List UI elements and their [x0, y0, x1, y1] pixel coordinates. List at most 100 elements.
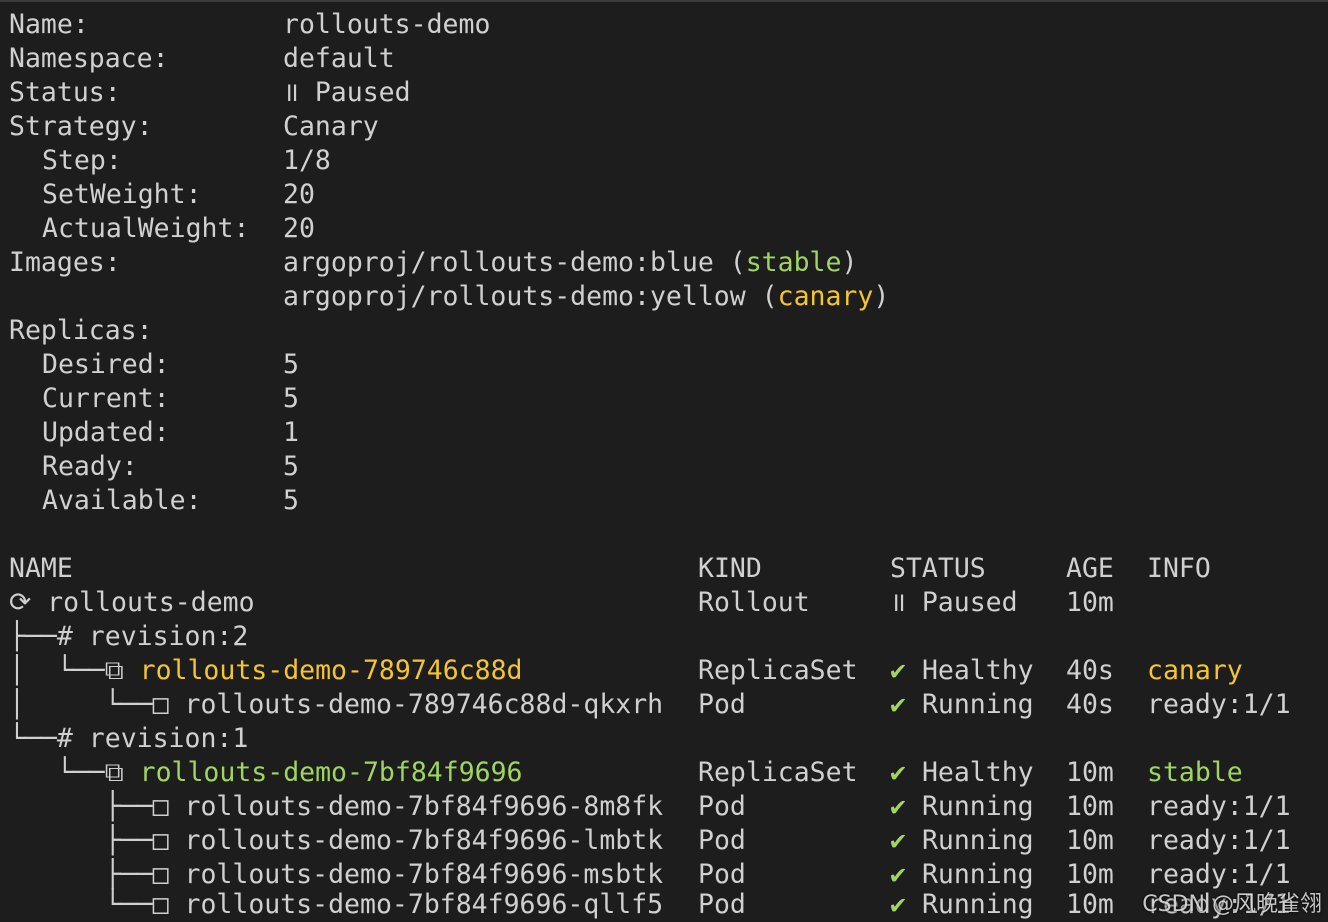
- status-value-group: ॥ Paused: [283, 76, 411, 110]
- row-name: rollouts-demo-7bf84f9696-8m8fk: [184, 791, 664, 822]
- summary-updated-line: Updated: 1: [0, 416, 299, 450]
- rollout-icon: ⟳: [9, 587, 48, 618]
- row-kind: ReplicaSet: [698, 757, 858, 788]
- terminal-window[interactable]: Name: rollouts-demo Namespace: default S…: [0, 0, 1328, 922]
- replicaset-icon: └──⧉: [9, 757, 140, 788]
- row-kind: Pod: [698, 825, 746, 856]
- image-ref: argoproj/rollouts-demo:blue: [283, 247, 714, 278]
- row-info: ready:1/1: [1147, 791, 1291, 822]
- summary-actualweight-line: ActualWeight: 20: [0, 212, 315, 246]
- row-name: rollouts-demo-7bf84f9696-qllf5: [184, 889, 664, 920]
- summary-namespace-line: Namespace: default: [0, 42, 395, 76]
- updated-label: Updated:: [42, 417, 170, 448]
- check-icon: ✔: [890, 791, 906, 822]
- watermark: CSDN @风晚雀翎: [1142, 892, 1322, 917]
- check-icon: ✔: [890, 757, 906, 788]
- namespace-label: Namespace:: [9, 43, 169, 74]
- row-status: ✔ Healthy: [890, 757, 1034, 788]
- row-status: ✔ Running: [890, 689, 1034, 720]
- summary-images-line: Images: argoproj/rollouts-demo:blue (sta…: [0, 246, 857, 280]
- setweight-label: SetWeight:: [42, 179, 202, 210]
- row-status: ✔ Running: [890, 889, 1034, 920]
- check-icon: ✔: [890, 689, 906, 720]
- row-age: 40s: [1066, 689, 1114, 720]
- pause-icon: ॥: [890, 587, 906, 618]
- tree-name-cell: │ └──□ rollouts-demo-789746c88d-qkxrh: [9, 688, 663, 722]
- row-info: stable: [1147, 757, 1243, 788]
- tree-row: │ └──⧉ rollouts-demo-789746c88d ReplicaS…: [0, 654, 1243, 688]
- tree-row: └──□ rollouts-demo-7bf84f9696-qllf5 Pod …: [0, 888, 1291, 922]
- replicaset-icon: │ └──⧉: [9, 655, 140, 686]
- image-tag-canary: canary: [777, 281, 874, 312]
- tree-row: ├──□ rollouts-demo-7bf84f9696-msbtk Pod …: [0, 858, 1291, 892]
- tree-name-cell: └──# revision:1: [9, 722, 248, 756]
- row-name: revision:2: [88, 621, 249, 652]
- row-info: ready:1/1: [1147, 825, 1291, 856]
- tree-row: └──⧉ rollouts-demo-7bf84f9696 ReplicaSet…: [0, 756, 1243, 790]
- header-age: AGE: [1066, 553, 1114, 584]
- tree-name-cell: ⟳ rollouts-demo: [9, 586, 255, 620]
- ready-label: Ready:: [42, 451, 138, 482]
- tree-name-cell: │ └──⧉ rollouts-demo-789746c88d: [9, 654, 523, 688]
- step-label: Step:: [42, 145, 122, 176]
- header-info: INFO: [1147, 553, 1211, 584]
- pod-icon: │ └──□: [9, 689, 185, 720]
- actualweight-value: 20: [283, 213, 315, 244]
- summary-step-line: Step: 1/8: [0, 144, 331, 178]
- row-name: rollouts-demo-789746c88d: [139, 655, 523, 686]
- image-ref: argoproj/rollouts-demo:yellow: [283, 281, 746, 312]
- row-name: revision:1: [88, 723, 249, 754]
- row-age: 10m: [1066, 889, 1114, 920]
- pod-icon: ├──□: [9, 825, 185, 856]
- pod-icon: ├──□: [9, 859, 185, 890]
- revision-hash-icon: └──#: [9, 723, 89, 754]
- tree-name-cell: └──⧉ rollouts-demo-7bf84f9696: [9, 756, 523, 790]
- images-label: Images:: [9, 247, 121, 278]
- row-info: canary: [1147, 655, 1243, 686]
- namespace-value: default: [283, 43, 395, 74]
- check-icon: ✔: [890, 889, 906, 920]
- setweight-value: 20: [283, 179, 315, 210]
- tree-row: ├──□ rollouts-demo-7bf84f9696-8m8fk Pod …: [0, 790, 1291, 824]
- row-status: ✔ Running: [890, 791, 1034, 822]
- summary-status-line: Status: ॥ Paused: [0, 76, 411, 110]
- desired-label: Desired:: [42, 349, 170, 380]
- check-icon: ✔: [890, 825, 906, 856]
- current-label: Current:: [42, 383, 170, 414]
- row-status: ✔ Healthy: [890, 655, 1034, 686]
- name-value: rollouts-demo: [283, 9, 491, 40]
- available-value: 5: [283, 485, 299, 516]
- row-age: 10m: [1066, 859, 1114, 890]
- summary-desired-line: Desired: 5: [0, 348, 299, 382]
- row-age: 40s: [1066, 655, 1114, 686]
- pod-icon: └──□: [9, 889, 185, 920]
- image-tag-stable: stable: [745, 247, 842, 278]
- check-icon: ✔: [890, 859, 906, 890]
- row-age: 10m: [1066, 587, 1114, 618]
- updated-value: 1: [283, 417, 299, 448]
- summary-ready-line: Ready: 5: [0, 450, 299, 484]
- row-status: ॥ Paused: [890, 587, 1018, 618]
- actualweight-label: ActualWeight:: [42, 213, 250, 244]
- row-kind: Rollout: [698, 587, 810, 618]
- summary-current-line: Current: 5: [0, 382, 299, 416]
- tree-row: │ └──□ rollouts-demo-789746c88d-qkxrh Po…: [0, 688, 1291, 722]
- row-status: ✔ Running: [890, 859, 1034, 890]
- check-icon: ✔: [890, 655, 906, 686]
- row-kind: Pod: [698, 859, 746, 890]
- row-name: rollouts-demo-7bf84f9696-msbtk: [184, 859, 664, 890]
- tree-name-cell: ├──# revision:2: [9, 620, 248, 654]
- tree-row: └──# revision:1: [0, 722, 248, 756]
- tree-name-cell: └──□ rollouts-demo-7bf84f9696-qllf5: [9, 888, 663, 922]
- status-label: Status:: [9, 77, 121, 108]
- row-age: 10m: [1066, 791, 1114, 822]
- tree-name-cell: ├──□ rollouts-demo-7bf84f9696-8m8fk: [9, 790, 663, 824]
- row-name: rollouts-demo-7bf84f9696: [139, 757, 523, 788]
- row-kind: Pod: [698, 689, 746, 720]
- row-kind: Pod: [698, 791, 746, 822]
- row-status: ✔ Running: [890, 825, 1034, 856]
- tree-name-cell: ├──□ rollouts-demo-7bf84f9696-msbtk: [9, 858, 663, 892]
- summary-setweight-line: SetWeight: 20: [0, 178, 315, 212]
- name-label: Name:: [9, 9, 89, 40]
- replicas-label: Replicas:: [9, 315, 153, 346]
